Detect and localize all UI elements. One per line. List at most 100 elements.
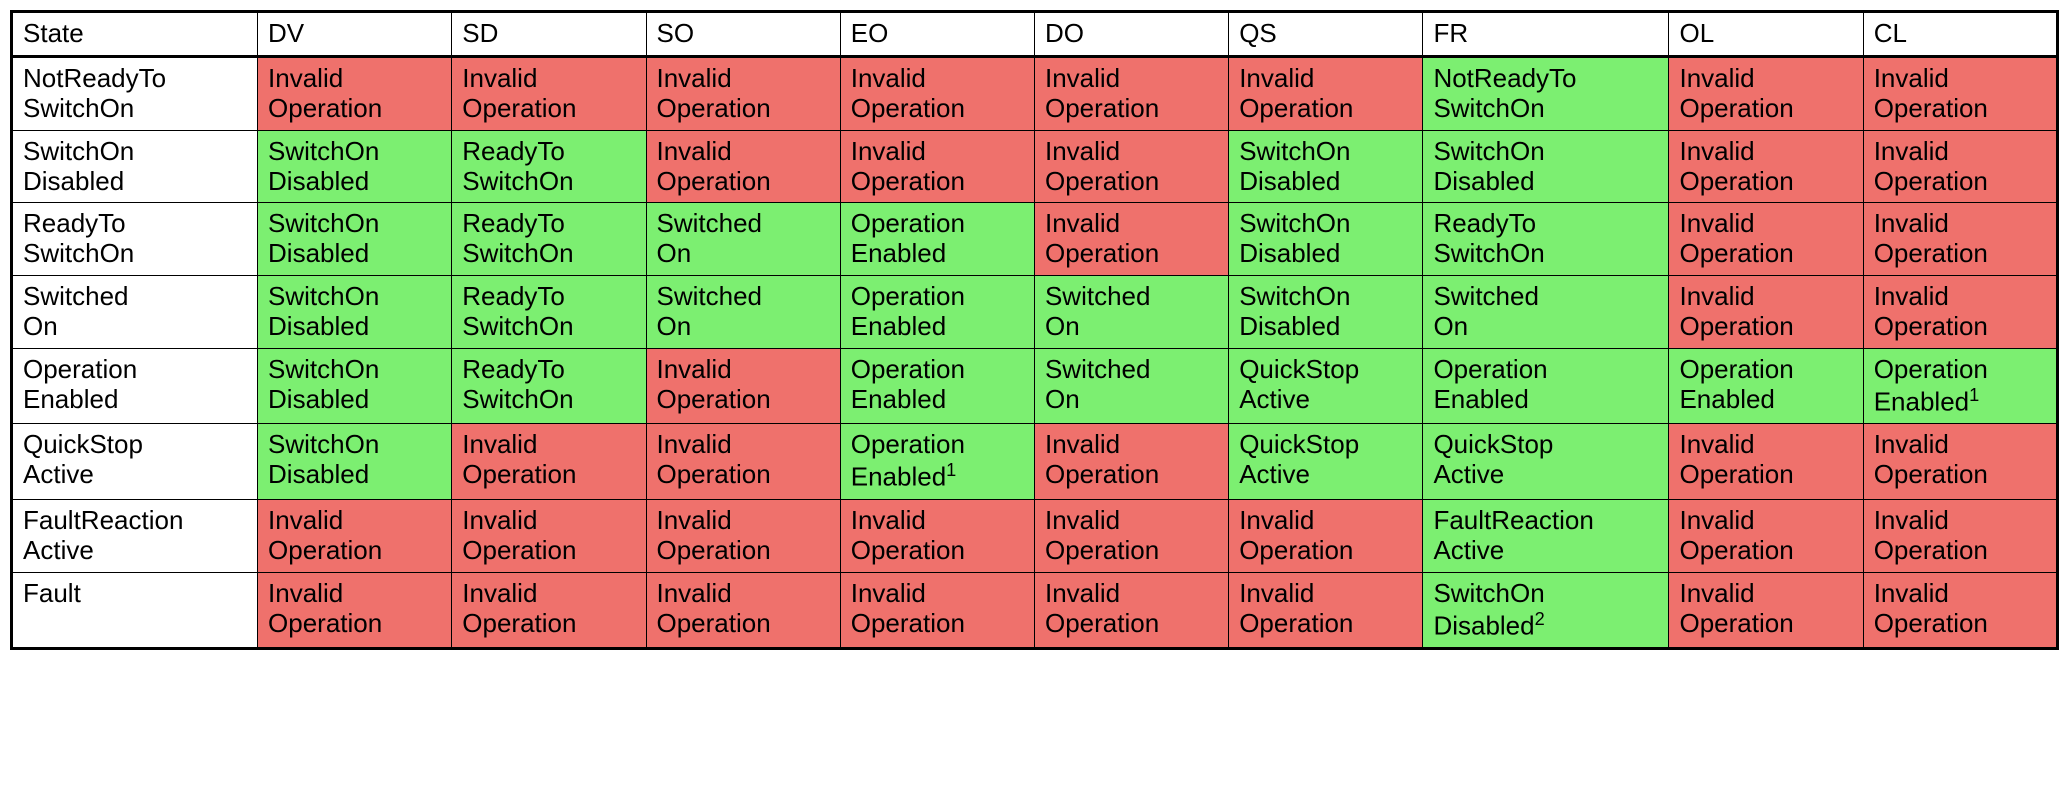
transition-cell: SwitchOnDisabled [258,130,452,203]
row-state-label: Fault [12,572,258,648]
transition-cell: QuickStopActive [1423,424,1669,499]
row-state-label: NotReadyToSwitchOn [12,56,258,130]
transition-cell: SwitchOnDisabled [1229,130,1423,203]
header-row: StateDVSDSOEODOQSFROLCL [12,12,2058,57]
transition-cell: InvalidOperation [1034,56,1228,130]
transition-cell: ReadyToSwitchOn [452,203,646,276]
transition-cell: SwitchOnDisabled [1229,203,1423,276]
transition-cell: SwitchedOn [1034,276,1228,349]
transition-cell: InvalidOperation [452,572,646,648]
transition-cell: OperationEnabled1 [1863,349,2057,424]
transition-cell: InvalidOperation [1034,499,1228,572]
transition-cell: OperationEnabled [1669,349,1863,424]
transition-cell: InvalidOperation [1863,276,2057,349]
table-row: QuickStopActiveSwitchOnDisabledInvalidOp… [12,424,2058,499]
transition-cell: InvalidOperation [646,56,840,130]
transition-cell: InvalidOperation [1863,130,2057,203]
transition-cell: OperationEnabled [1423,349,1669,424]
transition-cell: FaultReactionActive [1423,499,1669,572]
col-header-dv: DV [258,12,452,57]
row-state-label: SwitchedOn [12,276,258,349]
transition-cell: InvalidOperation [1034,572,1228,648]
col-header-ol: OL [1669,12,1863,57]
transition-cell: InvalidOperation [1669,499,1863,572]
transition-cell: InvalidOperation [646,130,840,203]
transition-cell: ReadyToSwitchOn [452,130,646,203]
transition-cell: SwitchOnDisabled [1423,130,1669,203]
table-row: SwitchOnDisabledSwitchOnDisabledReadyToS… [12,130,2058,203]
footnote-marker: 1 [1969,385,1979,405]
transition-cell: InvalidOperation [1229,572,1423,648]
table-row: NotReadyToSwitchOnInvalidOperationInvali… [12,56,2058,130]
transition-cell: OperationEnabled [840,349,1034,424]
col-header-eo: EO [840,12,1034,57]
col-header-do: DO [1034,12,1228,57]
transition-cell: InvalidOperation [1669,276,1863,349]
table-header: StateDVSDSOEODOQSFROLCL [12,12,2058,57]
transition-cell: SwitchedOn [646,276,840,349]
transition-cell: InvalidOperation [840,130,1034,203]
col-header-cl: CL [1863,12,2057,57]
table-row: ReadyToSwitchOnSwitchOnDisabledReadyToSw… [12,203,2058,276]
transition-cell: InvalidOperation [840,56,1034,130]
transition-cell: ReadyToSwitchOn [452,276,646,349]
transition-cell: InvalidOperation [258,572,452,648]
transition-cell: SwitchOnDisabled [258,276,452,349]
transition-cell: InvalidOperation [452,424,646,499]
col-header-fr: FR [1423,12,1669,57]
transition-cell: SwitchedOn [1423,276,1669,349]
transition-cell: InvalidOperation [646,499,840,572]
col-header-so: SO [646,12,840,57]
transition-cell: QuickStopActive [1229,424,1423,499]
transition-cell: SwitchOnDisabled [258,203,452,276]
row-state-label: ReadyToSwitchOn [12,203,258,276]
transition-cell: NotReadyToSwitchOn [1423,56,1669,130]
transition-cell: ReadyToSwitchOn [1423,203,1669,276]
transition-cell: InvalidOperation [258,56,452,130]
transition-cell: SwitchOnDisabled [1229,276,1423,349]
transition-cell: InvalidOperation [452,499,646,572]
row-state-label: FaultReactionActive [12,499,258,572]
transition-cell: InvalidOperation [840,572,1034,648]
transition-cell: InvalidOperation [840,499,1034,572]
transition-cell: InvalidOperation [1669,424,1863,499]
col-header-qs: QS [1229,12,1423,57]
transition-cell: OperationEnabled [840,276,1034,349]
transition-cell: InvalidOperation [1863,499,2057,572]
transition-cell: SwitchedOn [1034,349,1228,424]
transition-cell: ReadyToSwitchOn [452,349,646,424]
footnote-marker: 1 [946,460,956,480]
transition-cell: InvalidOperation [1034,203,1228,276]
table-body: NotReadyToSwitchOnInvalidOperationInvali… [12,56,2058,648]
row-state-label: QuickStopActive [12,424,258,499]
transition-cell: InvalidOperation [646,572,840,648]
transition-cell: InvalidOperation [646,349,840,424]
transition-cell: InvalidOperation [1669,130,1863,203]
col-header-sd: SD [452,12,646,57]
transition-cell: InvalidOperation [1669,56,1863,130]
col-header-state: State [12,12,258,57]
footnote-marker: 2 [1535,609,1545,629]
transition-cell: InvalidOperation [1863,203,2057,276]
transition-cell: InvalidOperation [1669,203,1863,276]
transition-cell: InvalidOperation [646,424,840,499]
transition-cell: InvalidOperation [1229,56,1423,130]
transition-cell: InvalidOperation [1034,424,1228,499]
row-state-label: SwitchOnDisabled [12,130,258,203]
table-row: FaultInvalidOperationInvalidOperationInv… [12,572,2058,648]
table-row: OperationEnabledSwitchOnDisabledReadyToS… [12,349,2058,424]
transition-cell: InvalidOperation [1863,424,2057,499]
transition-cell: InvalidOperation [1863,56,2057,130]
transition-cell: InvalidOperation [1229,499,1423,572]
row-state-label: OperationEnabled [12,349,258,424]
transition-cell: SwitchOnDisabled [258,424,452,499]
state-transition-table: StateDVSDSOEODOQSFROLCL NotReadyToSwitch… [10,10,2059,650]
transition-cell: SwitchOnDisabled [258,349,452,424]
transition-cell: InvalidOperation [1034,130,1228,203]
table-row: SwitchedOnSwitchOnDisabledReadyToSwitchO… [12,276,2058,349]
transition-cell: SwitchOnDisabled2 [1423,572,1669,648]
transition-cell: InvalidOperation [1863,572,2057,648]
transition-cell: OperationEnabled1 [840,424,1034,499]
transition-cell: QuickStopActive [1229,349,1423,424]
table-row: FaultReactionActiveInvalidOperationInval… [12,499,2058,572]
